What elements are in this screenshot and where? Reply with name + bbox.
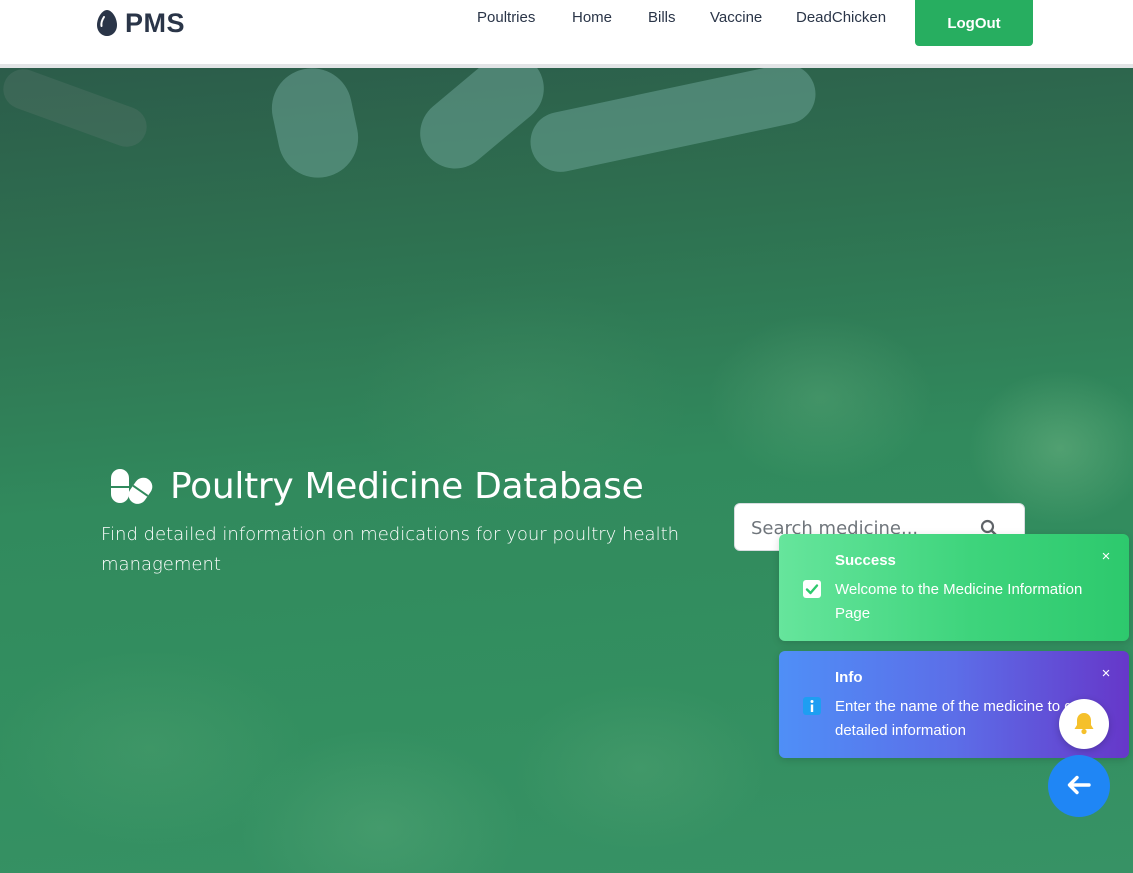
background-blob	[0, 68, 153, 153]
pills-icon	[111, 469, 153, 504]
toast-success: Success Welcome to the Medicine Informat…	[779, 534, 1129, 641]
navbar: PMS Poultries Home Bills Vaccine DeadChi…	[0, 0, 1133, 64]
hero-title: Poultry Medicine Database	[108, 463, 644, 509]
brand-logo[interactable]: PMS	[96, 6, 185, 40]
logout-button[interactable]: LogOut	[915, 0, 1033, 46]
nav-link-home[interactable]: Home	[572, 9, 612, 26]
close-icon[interactable]: ×	[1099, 666, 1113, 681]
brand-name: PMS	[125, 7, 186, 38]
page-title: Poultry Medicine Database	[170, 465, 644, 507]
close-icon[interactable]: ×	[1099, 549, 1113, 564]
nav-link-vaccine[interactable]: Vaccine	[710, 9, 762, 26]
arrow-left-icon	[1067, 775, 1091, 795]
toast-message: Welcome to the Medicine Information Page	[835, 581, 1083, 622]
background-blob	[264, 68, 366, 186]
toast-title: Info	[835, 669, 863, 686]
notification-button[interactable]	[1059, 699, 1109, 749]
egg-icon	[97, 10, 117, 36]
check-square-icon	[803, 580, 821, 598]
nav-link-deadchicken[interactable]: DeadChicken	[796, 9, 886, 26]
nav-link-bills[interactable]: Bills	[648, 9, 676, 26]
back-button[interactable]	[1048, 755, 1110, 817]
background-blob	[524, 68, 822, 178]
toast-title: Success	[835, 552, 896, 569]
bell-icon	[1074, 713, 1094, 735]
nav-link-poultries[interactable]: Poultries	[477, 9, 535, 26]
info-icon	[803, 697, 821, 715]
hero-subtitle: Find detailed information on medications…	[101, 524, 680, 575]
